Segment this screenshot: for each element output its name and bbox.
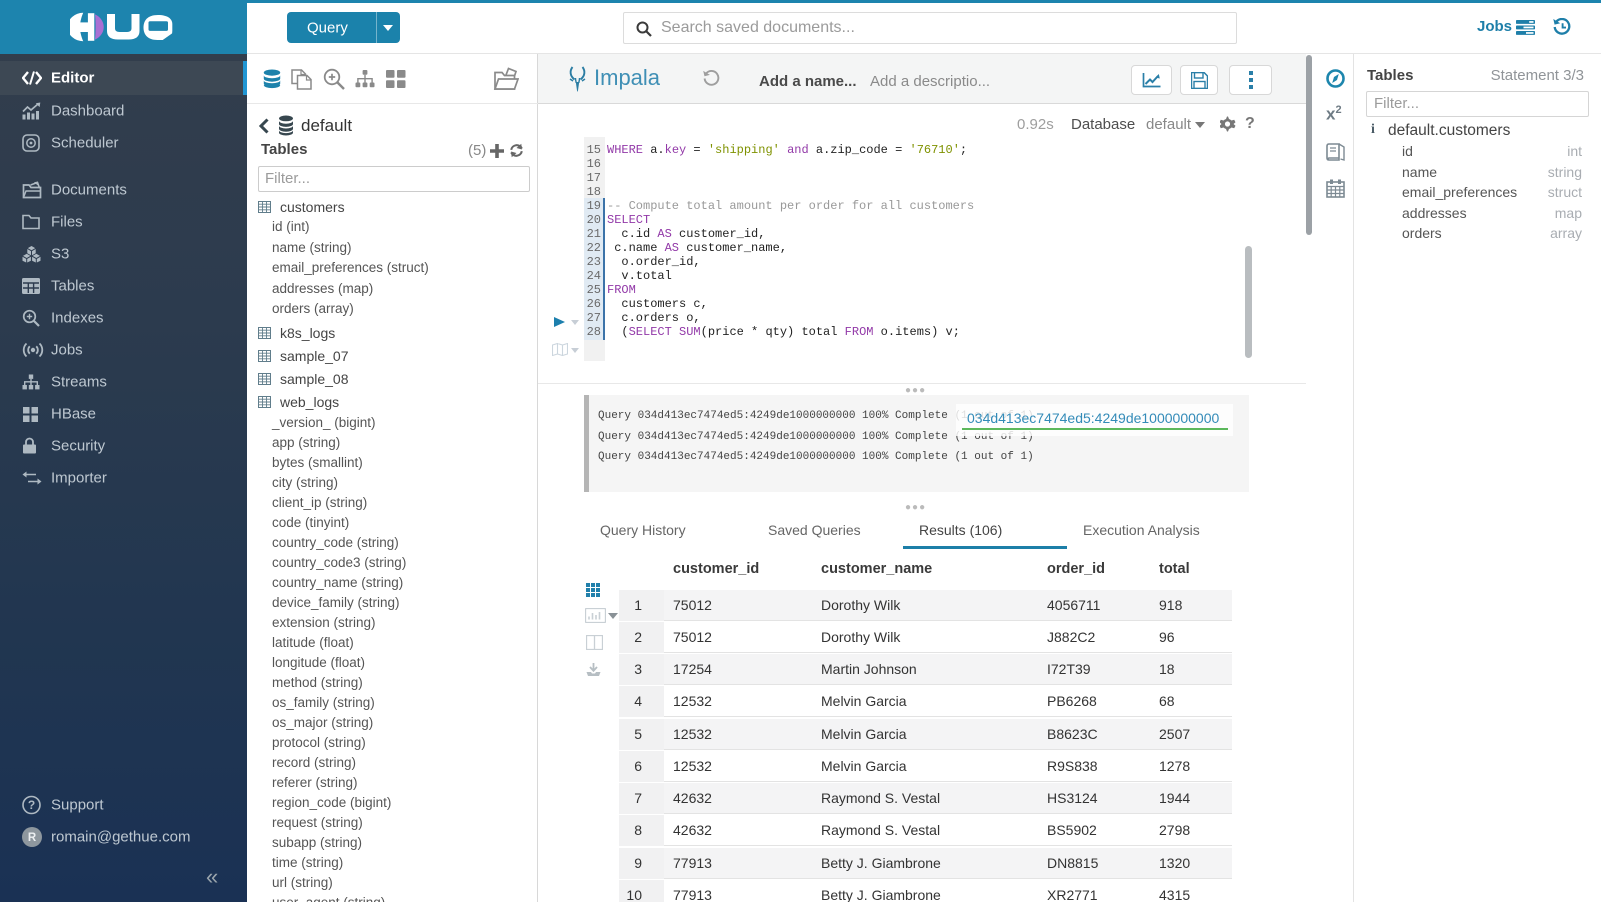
svg-text:R: R <box>28 832 37 844</box>
svg-text:?: ? <box>28 798 35 812</box>
